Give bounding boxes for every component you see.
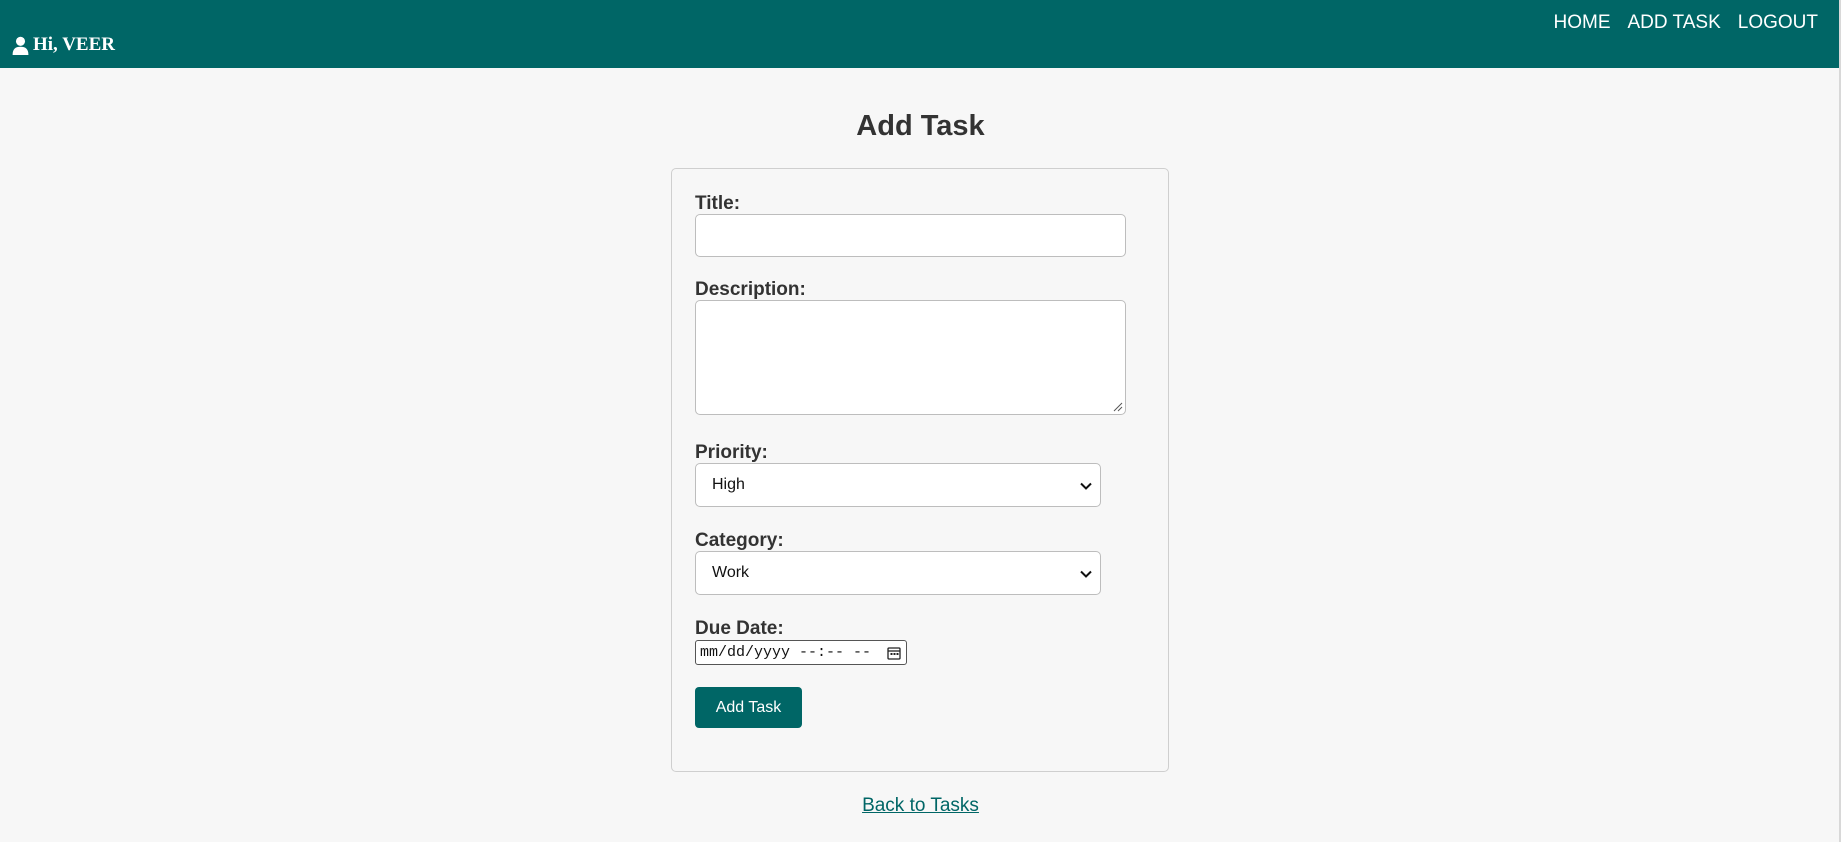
greeting-text: Hi, VEER bbox=[33, 34, 116, 55]
category-select[interactable]: Work bbox=[695, 551, 1101, 595]
chevron-down-icon bbox=[1080, 570, 1092, 578]
title-input[interactable] bbox=[695, 214, 1126, 257]
back-to-tasks-link[interactable]: Back to Tasks bbox=[862, 795, 979, 816]
calendar-icon[interactable] bbox=[887, 646, 901, 660]
due-date-placeholder: mm/dd/yyyy --:-- -- bbox=[700, 644, 872, 661]
priority-selected-value: High bbox=[712, 476, 745, 493]
user-greeting: Hi, VEER bbox=[12, 34, 115, 56]
category-selected-value: Work bbox=[712, 564, 750, 581]
description-label: Description: bbox=[695, 279, 806, 300]
user-icon bbox=[12, 36, 29, 55]
due-date-input[interactable]: mm/dd/yyyy --:-- -- bbox=[695, 640, 907, 665]
due-date-label: Due Date: bbox=[695, 618, 784, 639]
chevron-down-icon bbox=[1080, 482, 1092, 490]
nav-links: HOME ADD TASK LOGOUT bbox=[1554, 12, 1819, 34]
description-textarea[interactable] bbox=[695, 300, 1126, 415]
title-label: Title: bbox=[695, 193, 741, 214]
add-task-form: Title: Description: Priority: High Categ… bbox=[671, 168, 1169, 772]
nav-logout-link[interactable]: LOGOUT bbox=[1738, 12, 1818, 34]
page-title: Add Task bbox=[856, 110, 985, 142]
category-label: Category: bbox=[695, 530, 784, 551]
nav-home-link[interactable]: HOME bbox=[1554, 12, 1611, 34]
back-link-container: Back to Tasks bbox=[0, 795, 1841, 817]
add-task-button[interactable]: Add Task bbox=[695, 687, 802, 728]
priority-label: Priority: bbox=[695, 442, 768, 463]
priority-select[interactable]: High bbox=[695, 463, 1101, 507]
top-navbar: Hi, VEER HOME ADD TASK LOGOUT bbox=[0, 0, 1841, 68]
nav-add-task-link[interactable]: ADD TASK bbox=[1628, 12, 1721, 34]
resize-handle-icon[interactable] bbox=[1112, 401, 1123, 412]
